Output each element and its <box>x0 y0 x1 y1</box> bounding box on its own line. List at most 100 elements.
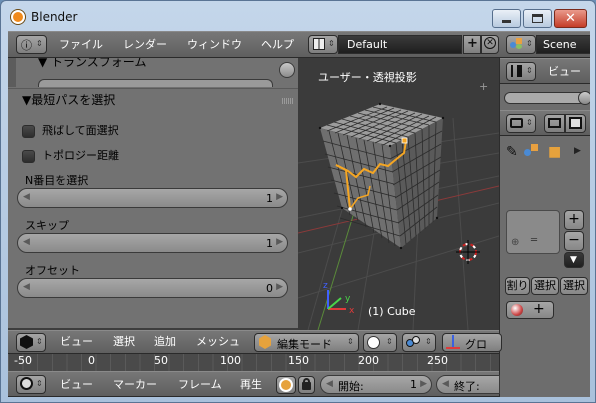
drag-handle-icon[interactable] <box>282 98 294 104</box>
nth-select-slider[interactable]: ◀ 1 ▶ <box>17 188 288 208</box>
menu-window[interactable]: ウィンドウ <box>187 32 242 58</box>
chevron-right-icon[interactable]: ▶ <box>574 146 581 156</box>
screen-layout-name: Default <box>347 38 388 51</box>
transform-panel-header[interactable]: ▼ トランスフォーム <box>38 58 298 70</box>
viewport-menu-add[interactable]: 追加 <box>154 331 176 353</box>
transform-orientation-button[interactable]: グロ <box>442 333 502 352</box>
render-tab[interactable] <box>544 114 565 133</box>
right-arrow-icon[interactable]: ▶ <box>420 379 427 389</box>
menu-file[interactable]: ファイル <box>59 32 103 58</box>
minimize-button[interactable] <box>492 9 521 28</box>
maximize-button[interactable] <box>523 9 552 28</box>
viewport-menu-select[interactable]: 選択 <box>113 331 135 353</box>
window-title: Blender <box>31 10 78 24</box>
updown-arrows-icon: ⇕ <box>386 337 393 346</box>
timeline-menu-playback[interactable]: 再生 <box>240 372 262 397</box>
right-arrow-icon[interactable]: ▶ <box>276 192 283 202</box>
info-editor-type-button[interactable]: ⓘ ⇕ <box>16 35 47 54</box>
end-frame-label: 終了: <box>454 380 480 393</box>
keying-set-button[interactable] <box>276 376 296 394</box>
scene-name: Scene <box>543 38 577 51</box>
viewport-editor-type-button[interactable]: ⇕ <box>16 333 46 352</box>
timeline-menu-view[interactable]: ビュー <box>60 372 93 397</box>
outliner-editor-type-button[interactable]: ⇕ <box>506 62 536 81</box>
close-button[interactable]: ✕ <box>554 9 587 28</box>
right-arrow-icon[interactable]: ▶ <box>276 282 283 292</box>
checkbox-box[interactable] <box>22 124 35 138</box>
checkbox-face-stepping[interactable]: 飛ばして面選択 <box>22 122 119 138</box>
menu-help[interactable]: ヘルプ <box>261 32 294 58</box>
outliner-view-menu[interactable]: ビュー <box>548 59 581 85</box>
pivot-dropdown[interactable]: ⇕ <box>402 333 436 352</box>
left-arrow-icon[interactable]: ◀ <box>23 237 30 247</box>
select-button[interactable]: 選択 <box>531 277 559 295</box>
viewport-menu-mesh[interactable]: メッシュ <box>196 331 240 353</box>
assign-button[interactable]: 割り <box>505 277 530 295</box>
add-screen-button[interactable]: + <box>463 35 481 54</box>
timeline-editor-type-button[interactable]: ⇕ <box>16 375 46 394</box>
left-arrow-icon[interactable]: ◀ <box>23 282 30 292</box>
panel-edge <box>8 58 16 87</box>
left-arrow-icon[interactable]: ◀ <box>442 379 449 389</box>
camera-icon <box>548 118 561 128</box>
add-slot-button[interactable]: + <box>564 210 584 230</box>
shading-dropdown[interactable]: ⇕ <box>363 333 397 352</box>
lock-range-toggle[interactable] <box>298 376 315 394</box>
app-window: Blender ✕ ⓘ ⇕ ファイル レンダー ウィンドウ ヘルプ ⇕ Defa… <box>0 0 596 403</box>
properties-editor-type-button[interactable]: ⇕ <box>506 114 536 133</box>
delete-screen-button[interactable]: ✕ <box>481 35 499 54</box>
active-object-label: (1) Cube <box>368 305 416 318</box>
collapsed-field <box>38 79 273 87</box>
timeline-tick: 0 <box>88 354 95 367</box>
screen-layout-selector[interactable]: ⇕ <box>308 35 338 54</box>
checkbox-label: 飛ばして面選択 <box>42 124 119 137</box>
minimize-icon <box>502 20 511 23</box>
interaction-mode-dropdown[interactable]: 編集モード ⇕ <box>254 333 359 352</box>
list-resize-handle-icon[interactable]: ═ <box>531 235 537 246</box>
timeline-tick: -50 <box>14 354 32 367</box>
gizmo-z-label: z <box>323 281 328 291</box>
end-frame-field[interactable]: ◀ 終了: <box>436 375 500 394</box>
scene-name-field[interactable]: Scene <box>536 35 590 54</box>
checkbox-box[interactable] <box>22 149 35 163</box>
updown-arrows-icon: ⇕ <box>526 118 533 127</box>
slider-value: 1 <box>266 237 273 250</box>
layers-tab[interactable] <box>565 114 586 133</box>
skip-slider[interactable]: ◀ 1 ▶ <box>17 233 288 253</box>
3d-cursor-icon <box>456 240 480 264</box>
panel-pin-toggle[interactable] <box>279 62 295 78</box>
updown-arrows-icon: ⇕ <box>526 66 533 75</box>
material-slot-list[interactable]: ⊕ ═ <box>506 210 560 254</box>
viewport-add-toggle-icon[interactable]: + <box>479 80 488 93</box>
start-frame-field[interactable]: ◀ 開始: 1 ▶ <box>320 375 432 394</box>
menu-render[interactable]: レンダー <box>123 32 167 58</box>
title-bar[interactable]: Blender ✕ <box>1 1 595 31</box>
right-arrow-icon[interactable]: ▶ <box>276 237 283 247</box>
timeline-ruler[interactable]: -50 0 50 100 150 200 250 <box>8 354 499 371</box>
left-arrow-icon[interactable]: ◀ <box>326 379 333 389</box>
select-shortest-path-header[interactable]: ▼最短パスを選択 <box>22 91 298 108</box>
timeline-menu-frame[interactable]: フレーム <box>178 372 222 397</box>
3d-viewport[interactable]: z y x ユーザー・透視投影 + (1) Cube <box>298 58 499 330</box>
left-arrow-icon[interactable]: ◀ <box>23 192 30 202</box>
viewport-menu-view[interactable]: ビュー <box>60 331 93 353</box>
gizmo-y-label: y <box>345 294 351 304</box>
cube-view-icon <box>20 335 33 349</box>
outliner-filter-toggle[interactable] <box>578 91 590 105</box>
solid-shading-icon <box>367 336 380 349</box>
slot-menu-button[interactable]: ▼ <box>564 252 584 268</box>
updown-arrows-icon: ⇕ <box>36 39 43 48</box>
timeline-tick: 250 <box>427 354 448 367</box>
screen-layout-name-field[interactable]: Default <box>338 35 462 54</box>
offset-slider[interactable]: ◀ 0 ▶ <box>17 278 288 298</box>
slot-add-icon[interactable]: ⊕ <box>511 237 519 248</box>
scene-selector[interactable]: ⇕ <box>506 35 536 54</box>
deselect-button[interactable]: 選択 <box>560 277 588 295</box>
checkbox-topology-distance[interactable]: トポロジー距離 <box>22 147 119 163</box>
plus-icon: + <box>568 211 580 227</box>
timeline-menu-marker[interactable]: マーカー <box>113 372 157 397</box>
remove-slot-button[interactable]: − <box>564 231 584 251</box>
pin-icon[interactable]: ✎ <box>506 144 518 160</box>
layout-grid-icon <box>313 38 325 50</box>
new-material-button[interactable]: + <box>506 301 554 319</box>
